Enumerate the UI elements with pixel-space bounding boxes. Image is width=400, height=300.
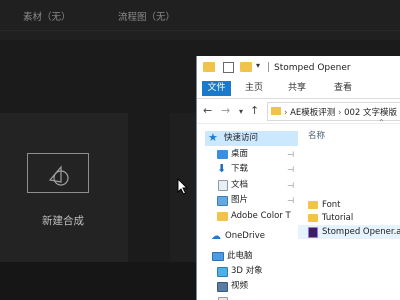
pin-icon: ⊣ bbox=[287, 150, 294, 159]
nav-item-desktop[interactable]: 桌面 ⊣ bbox=[217, 147, 298, 162]
chevron-down-icon[interactable]: ▾ bbox=[256, 61, 260, 70]
ae-panel-tabs: 素材（无） 流程图（无） bbox=[0, 0, 400, 34]
ae-start-panel: 新建合成 bbox=[0, 113, 128, 263]
ae-tab-flowchart[interactable]: 流程图（无） bbox=[118, 9, 175, 23]
computer-icon bbox=[212, 252, 224, 261]
column-header-name[interactable]: 名称 bbox=[308, 129, 325, 141]
explorer-titlebar: ▾ Stomped Opener bbox=[197, 56, 400, 79]
nav-item-this-pc[interactable]: 此电脑 bbox=[211, 249, 298, 264]
nav-item-label: Adobe Color T bbox=[231, 211, 291, 221]
explorer-window: ▾ Stomped Opener 文件 主页 共享 查看 ← → ▾ ↑ › A… bbox=[196, 56, 400, 300]
window-title: Stomped Opener bbox=[274, 63, 351, 73]
navigation-bar: ← → ▾ ↑ › AE模板评测 › 002 文字模版 bbox=[197, 99, 400, 123]
tab-file[interactable]: 文件 bbox=[202, 81, 231, 96]
video-icon bbox=[217, 282, 228, 292]
file-name: Stomped Opener.aep bbox=[322, 227, 400, 237]
ae-tab-footage[interactable]: 素材（无） bbox=[23, 9, 71, 23]
new-folder-icon[interactable] bbox=[240, 62, 252, 72]
list-item[interactable]: Tutorial bbox=[298, 211, 400, 225]
up-arrow-icon[interactable]: ↑ bbox=[250, 104, 259, 117]
pin-icon: ⊣ bbox=[287, 165, 294, 174]
nav-item-label: 快速访问 bbox=[224, 133, 259, 143]
folder-icon bbox=[217, 212, 228, 221]
nav-item-label: 3D 对象 bbox=[231, 266, 263, 276]
breadcrumb-item[interactable]: AE模板评测 bbox=[290, 108, 335, 118]
file-list: ⌃ 名称 Font Tutorial Stomped Opener.aep bbox=[298, 118, 400, 300]
address-path: › AE模板评测 › 002 文字模版 bbox=[284, 106, 397, 118]
new-composition-button[interactable]: 新建合成 bbox=[27, 153, 99, 247]
nav-item-3d-objects[interactable]: 3D 对象 bbox=[217, 264, 298, 279]
breadcrumb-separator-icon: › bbox=[284, 108, 288, 118]
list-item[interactable]: Font bbox=[298, 198, 400, 212]
folder-icon bbox=[308, 214, 318, 222]
nav-item-partial[interactable] bbox=[217, 294, 298, 300]
nav-item-quick-access[interactable]: ★ 快速访问 bbox=[205, 131, 298, 146]
properties-icon[interactable] bbox=[223, 62, 234, 73]
new-composition-label: 新建合成 bbox=[42, 215, 84, 227]
pin-icon: ⊣ bbox=[287, 196, 294, 205]
nav-item-onedrive[interactable]: ☁ OneDrive bbox=[211, 229, 298, 244]
ribbon-tabs: 文件 主页 共享 查看 bbox=[197, 79, 400, 99]
forward-arrow-icon[interactable]: → bbox=[221, 104, 230, 117]
nav-item-pictures[interactable]: 图片 ⊣ bbox=[217, 193, 298, 208]
ae-tab-divider bbox=[0, 30, 400, 31]
breadcrumb-item[interactable]: 002 文字模版 bbox=[344, 108, 397, 118]
nav-item-documents[interactable]: 文档 ⊣ bbox=[217, 178, 298, 193]
nav-item-label: 视频 bbox=[231, 281, 249, 291]
nav-item-adobe-color[interactable]: Adobe Color T bbox=[217, 209, 298, 224]
3d-objects-icon bbox=[217, 267, 228, 277]
tab-share[interactable]: 共享 bbox=[284, 81, 310, 96]
nav-item-label: 此电脑 bbox=[227, 251, 253, 261]
nav-item-label: 图片 bbox=[231, 195, 249, 205]
star-icon: ★ bbox=[208, 131, 218, 144]
nav-item-label: 下载 bbox=[231, 164, 249, 174]
tab-home[interactable]: 主页 bbox=[241, 81, 267, 96]
folder-icon bbox=[203, 62, 215, 72]
pin-icon: ⊣ bbox=[287, 181, 294, 190]
ae-bottom-area bbox=[0, 262, 200, 300]
sort-caret-icon: ⌃ bbox=[378, 118, 385, 127]
recent-locations-icon[interactable]: ▾ bbox=[239, 107, 243, 116]
navigation-pane: ★ 快速访问 桌面 ⊣ ⬇ 下载 ⊣ 文档 ⊣ 图片 ⊣ Adobe Color… bbox=[197, 124, 298, 300]
mouse-cursor-icon bbox=[177, 178, 189, 195]
nav-item-label: 文档 bbox=[231, 180, 249, 190]
cloud-icon: ☁ bbox=[211, 231, 221, 242]
download-icon: ⬇ bbox=[217, 162, 227, 175]
aep-file-icon bbox=[308, 227, 318, 238]
document-icon bbox=[218, 180, 228, 191]
nav-item-downloads[interactable]: ⬇ 下载 ⊣ bbox=[217, 162, 298, 177]
back-arrow-icon[interactable]: ← bbox=[203, 104, 212, 117]
breadcrumb-separator-icon: › bbox=[338, 108, 342, 118]
title-separator bbox=[268, 62, 269, 72]
tab-view[interactable]: 查看 bbox=[330, 81, 356, 96]
new-composition-icon bbox=[27, 153, 89, 193]
nav-item-videos[interactable]: 视频 bbox=[217, 279, 298, 294]
file-name: Font bbox=[322, 200, 341, 210]
file-name: Tutorial bbox=[322, 213, 354, 223]
list-item-selected[interactable]: Stomped Opener.aep bbox=[298, 225, 400, 239]
nav-item-label: 桌面 bbox=[231, 149, 249, 159]
folder-icon bbox=[308, 201, 318, 209]
nav-item-label: OneDrive bbox=[225, 231, 265, 241]
folder-icon bbox=[271, 107, 281, 115]
pictures-icon bbox=[217, 196, 228, 206]
desktop-icon bbox=[217, 150, 228, 159]
